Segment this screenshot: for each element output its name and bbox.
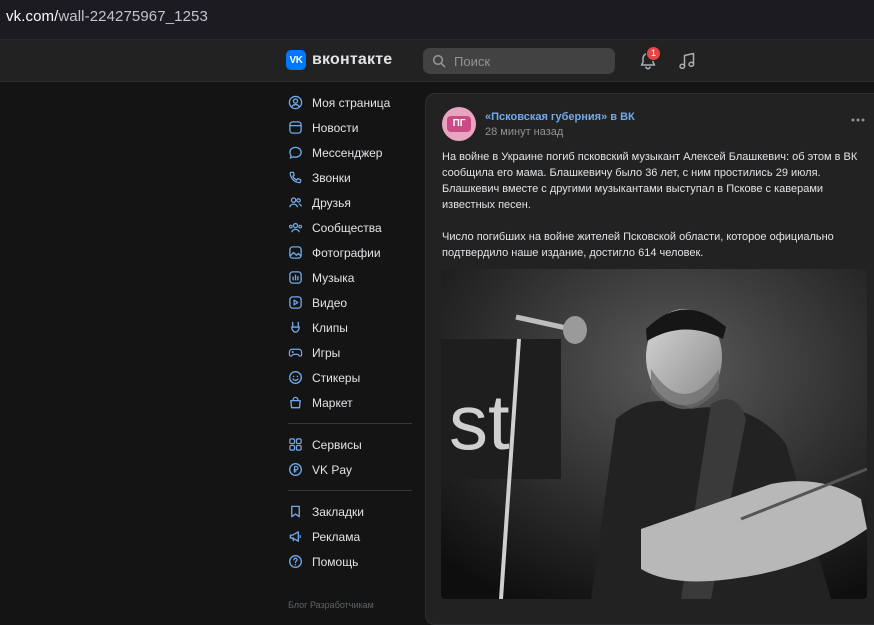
bookmarks-icon bbox=[291, 505, 300, 518]
market-icon bbox=[290, 396, 301, 409]
sidebar-item-label: Маркет bbox=[312, 395, 353, 410]
sidebar-item-stickers[interactable]: Стикеры bbox=[282, 365, 412, 390]
sidebar-item-label: Сервисы bbox=[312, 437, 362, 452]
sidebar-item-services[interactable]: Сервисы bbox=[282, 432, 412, 457]
ads-icon bbox=[289, 531, 301, 542]
news-icon bbox=[289, 121, 302, 134]
sidebar-item-video[interactable]: Видео bbox=[282, 290, 412, 315]
messenger-icon bbox=[289, 146, 302, 159]
sidebar-item-label: VK Pay bbox=[312, 462, 353, 477]
avatar-initials: ПГ bbox=[447, 116, 471, 132]
sidebar-item-bookmarks[interactable]: Закладки bbox=[282, 499, 412, 524]
post-timestamp[interactable]: 28 минут назад bbox=[485, 126, 563, 138]
site-header: VK вконтакте 1 bbox=[0, 40, 874, 82]
sidebar-item-label: Стикеры bbox=[312, 370, 361, 385]
sidebar-item-label: Сообщества bbox=[312, 220, 382, 235]
phone-icon bbox=[289, 171, 302, 184]
more-options-icon[interactable] bbox=[850, 114, 866, 126]
sidebar-item-clips[interactable]: Клипы bbox=[282, 315, 412, 340]
sidebar-item-label: Клипы bbox=[312, 320, 348, 335]
sidebar-item-label: Музыка bbox=[312, 270, 355, 285]
music-icon bbox=[289, 271, 302, 284]
vk-logo[interactable]: VK вконтакте bbox=[286, 50, 392, 70]
url-path: wall-224275967_1253 bbox=[58, 8, 208, 25]
sidebar-item-label: Игры bbox=[312, 345, 341, 360]
sidebar-item-label: Друзья bbox=[312, 195, 351, 210]
search-icon bbox=[432, 54, 446, 68]
url-host: vk.com/ bbox=[6, 8, 59, 25]
music-icon[interactable] bbox=[677, 51, 697, 71]
notification-badge: 1 bbox=[646, 46, 661, 61]
sidebar-item-ads[interactable]: Реклама bbox=[282, 524, 412, 549]
communities-icon bbox=[288, 222, 303, 233]
browser-address-bar[interactable]: vk.com/wall-224275967_1253 bbox=[0, 0, 874, 40]
sidebar-item-label: Мессенджер bbox=[312, 145, 383, 160]
banner-text: st bbox=[449, 378, 510, 466]
sidebar-item-label: Фотографии bbox=[312, 245, 381, 260]
left-sidebar: Моя страница Новости Мессенджер Звонки Д… bbox=[282, 90, 412, 574]
sidebar-item-label: Новости bbox=[312, 120, 359, 135]
sidebar-item-label: Помощь bbox=[312, 554, 359, 569]
sidebar-divider bbox=[288, 490, 412, 491]
avatar[interactable]: ПГ bbox=[442, 107, 476, 141]
post-text: На войне в Украине погиб псковский музык… bbox=[442, 149, 870, 277]
sidebar-item-vkpay[interactable]: VK Pay bbox=[282, 457, 412, 482]
post-author-link[interactable]: «Псковская губерния» в ВК bbox=[485, 111, 635, 123]
sidebar-item-news[interactable]: Новости bbox=[282, 115, 412, 140]
sidebar-item-games[interactable]: Игры bbox=[282, 340, 412, 365]
search-input[interactable] bbox=[452, 52, 606, 70]
sidebar-item-label: Реклама bbox=[312, 529, 361, 544]
search-box[interactable] bbox=[423, 48, 615, 74]
sidebar-divider bbox=[288, 423, 412, 424]
stickers-icon bbox=[289, 371, 302, 384]
sidebar-item-label: Звонки bbox=[312, 170, 351, 185]
wall-post: ПГ «Псковская губерния» в ВК 28 минут на… bbox=[425, 93, 874, 625]
sidebar-item-market[interactable]: Маркет bbox=[282, 390, 412, 415]
sidebar-item-label: Видео bbox=[312, 295, 348, 310]
sidebar-item-photos[interactable]: Фотографии bbox=[282, 240, 412, 265]
games-icon bbox=[288, 348, 303, 357]
friends-icon bbox=[289, 197, 302, 208]
vk-logo-text: вконтакте bbox=[312, 51, 393, 68]
services-icon bbox=[289, 438, 302, 451]
sidebar-item-calls[interactable]: Звонки bbox=[282, 165, 412, 190]
sidebar-item-messenger[interactable]: Мессенджер bbox=[282, 140, 412, 165]
vk-logo-mark: VK bbox=[286, 50, 306, 70]
help-icon bbox=[289, 555, 302, 568]
sidebar-footer-links[interactable]: Блог Разработчикам bbox=[288, 600, 374, 610]
sidebar-item-label: Моя страница bbox=[312, 95, 391, 110]
sidebar-item-help[interactable]: Помощь bbox=[282, 549, 412, 574]
sidebar-item-music[interactable]: Музыка bbox=[282, 265, 412, 290]
sidebar-item-label: Закладки bbox=[312, 504, 364, 519]
post-photo[interactable]: st bbox=[441, 269, 867, 599]
post-photo-image: st bbox=[441, 269, 867, 599]
sidebar-item-my-page[interactable]: Моя страница bbox=[282, 90, 412, 115]
sidebar-item-communities[interactable]: Сообщества bbox=[282, 215, 412, 240]
post-paragraph: Число погибших на войне жителей Псковско… bbox=[442, 231, 834, 259]
post-paragraph: На войне в Украине погиб псковский музык… bbox=[442, 151, 858, 211]
photos-icon bbox=[289, 246, 302, 259]
video-icon bbox=[289, 296, 302, 309]
url-text[interactable]: vk.com/wall-224275967_1253 bbox=[6, 8, 208, 25]
clips-icon bbox=[291, 321, 300, 333]
vkpay-icon bbox=[289, 463, 302, 476]
profile-icon bbox=[288, 95, 303, 110]
sidebar-item-friends[interactable]: Друзья bbox=[282, 190, 412, 215]
